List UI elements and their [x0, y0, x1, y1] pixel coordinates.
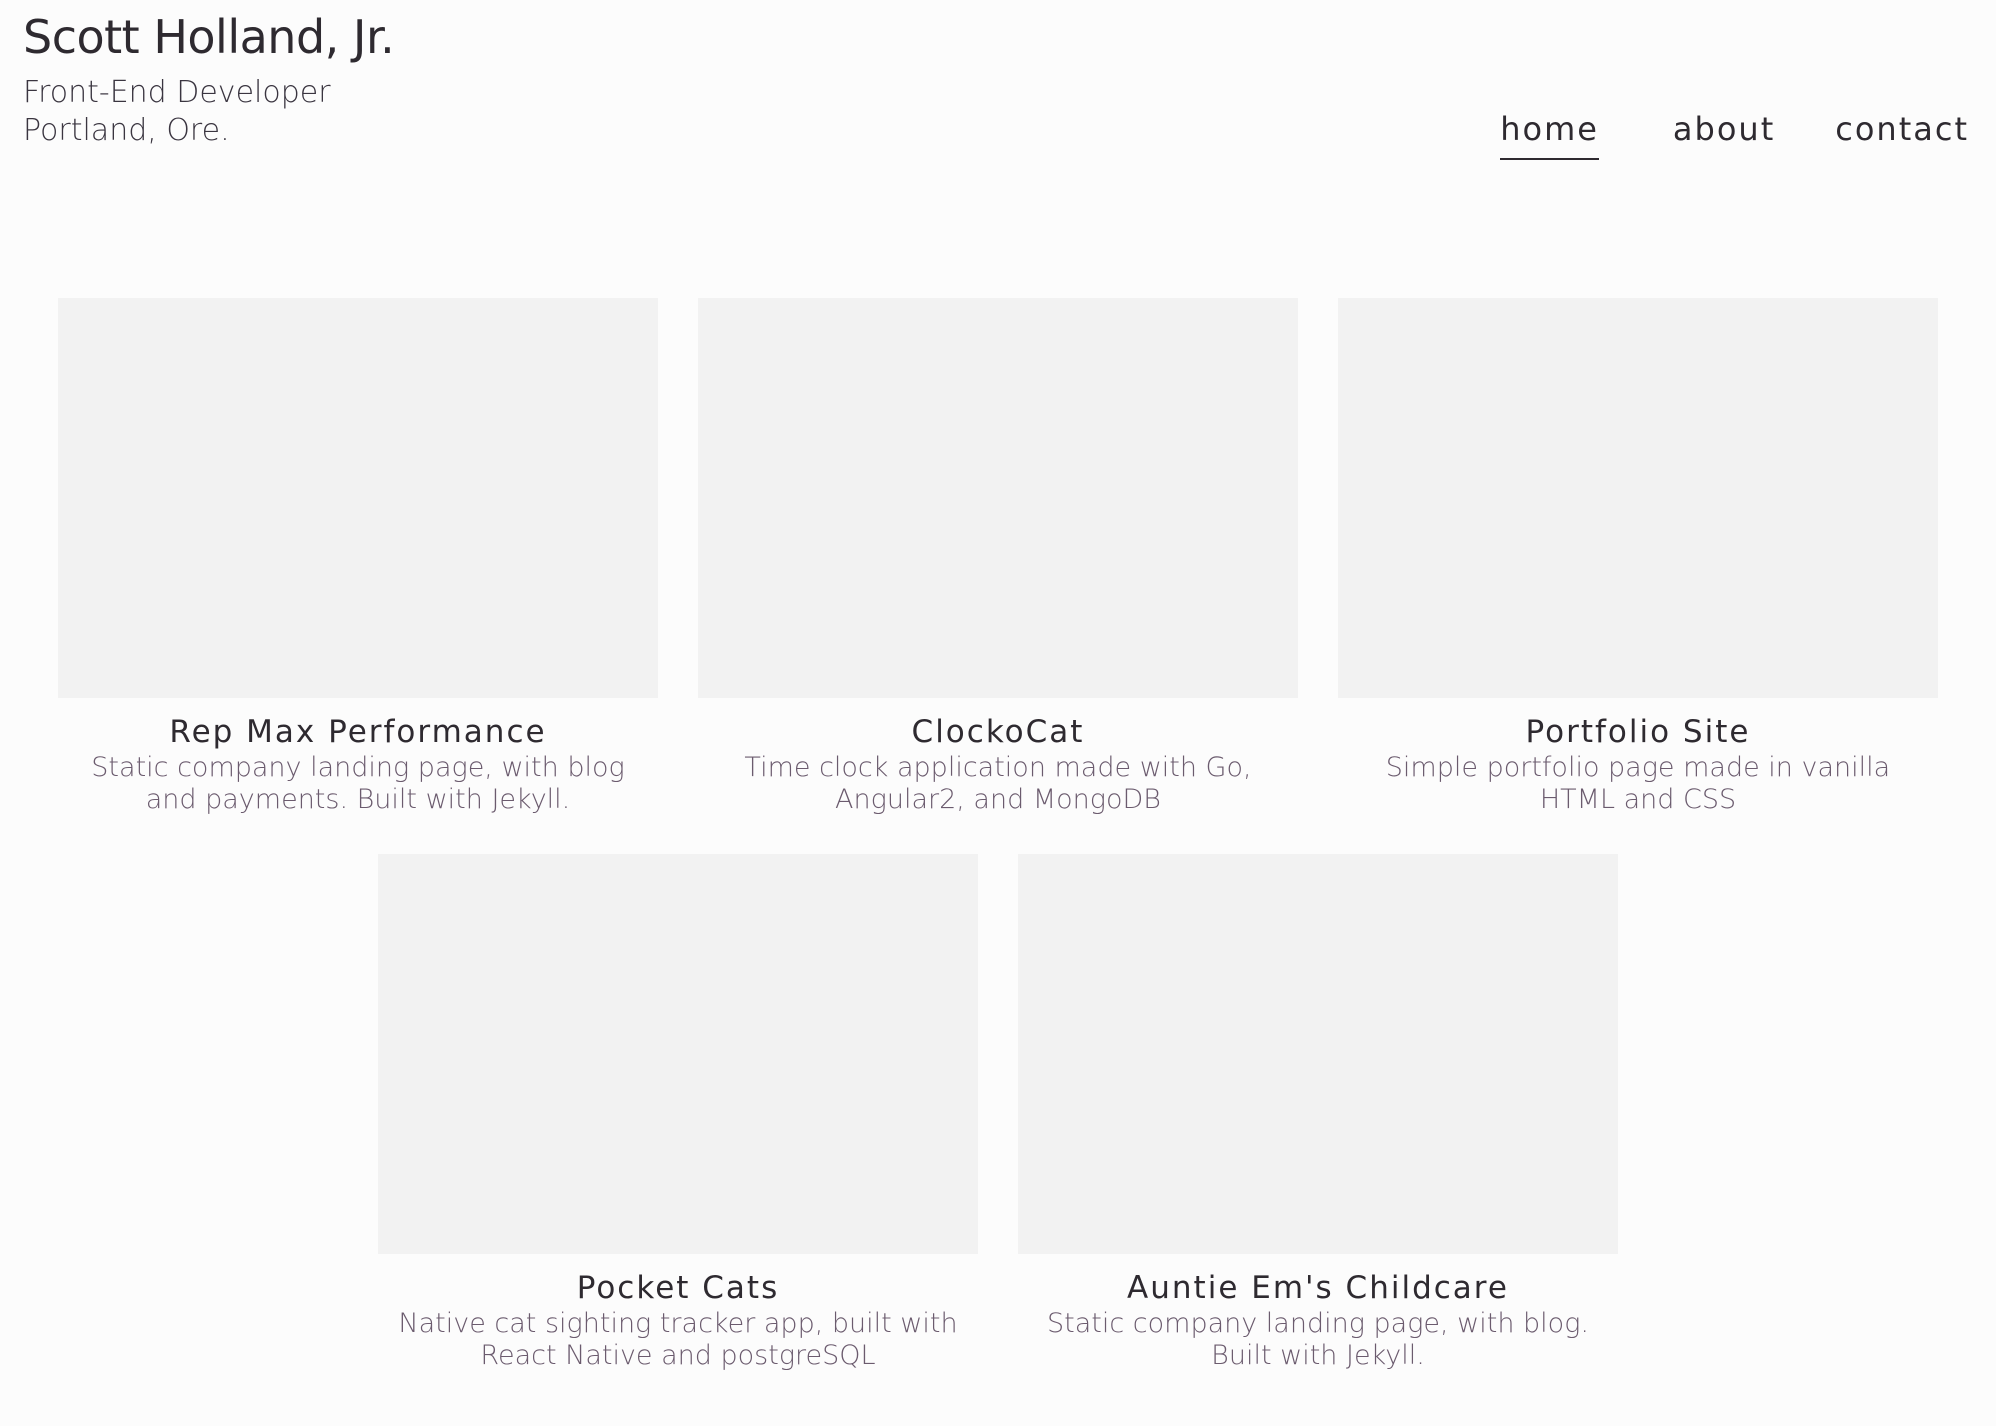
- project-description: Time clock application made with Go, Ang…: [744, 752, 1252, 815]
- tagline: Front-End Developer Portland, Ore.: [23, 74, 331, 150]
- project-card-rep-max[interactable]: Rep Max Performance Static company landi…: [58, 298, 658, 816]
- location-text: Portland, Ore.: [23, 113, 230, 148]
- role-text: Front-End Developer: [23, 75, 331, 110]
- project-thumbnail[interactable]: [58, 298, 658, 698]
- project-thumbnail[interactable]: [378, 854, 978, 1254]
- nav-link-contact[interactable]: contact: [1835, 108, 1969, 158]
- project-description: Simple portfolio page made in vanilla HT…: [1385, 752, 1891, 815]
- project-title[interactable]: ClockoCat: [698, 712, 1298, 752]
- project-description: Static company landing page, with blog a…: [91, 752, 625, 815]
- project-card-pocket-cats[interactable]: Pocket Cats Native cat sighting tracker …: [378, 854, 978, 1372]
- project-card-portfolio-site[interactable]: Portfolio Site Simple portfolio page mad…: [1338, 298, 1938, 816]
- nav-link-about[interactable]: about: [1673, 108, 1775, 158]
- projects-row-2: Pocket Cats Native cat sighting tracker …: [378, 854, 1618, 1372]
- project-title[interactable]: Pocket Cats: [378, 1268, 978, 1308]
- project-description: Native cat sighting tracker app, built w…: [398, 1308, 958, 1371]
- project-title[interactable]: Portfolio Site: [1338, 712, 1938, 752]
- project-card-clockocat[interactable]: ClockoCat Time clock application made wi…: [698, 298, 1298, 816]
- project-thumbnail[interactable]: [1018, 854, 1618, 1254]
- site-title: Scott Holland, Jr.: [23, 10, 395, 64]
- projects-grid: Rep Max Performance Static company landi…: [0, 298, 1996, 1372]
- main-nav: home about contact: [1500, 108, 1969, 160]
- project-description: Static company landing page, with blog. …: [1047, 1308, 1589, 1371]
- project-title[interactable]: Rep Max Performance: [58, 712, 658, 752]
- project-card-auntie-ems[interactable]: Auntie Em's Childcare Static company lan…: [1018, 854, 1618, 1372]
- nav-link-home[interactable]: home: [1500, 108, 1599, 160]
- project-title[interactable]: Auntie Em's Childcare: [1018, 1268, 1618, 1308]
- projects-row-1: Rep Max Performance Static company landi…: [58, 298, 1938, 816]
- project-thumbnail[interactable]: [1338, 298, 1938, 698]
- project-thumbnail[interactable]: [698, 298, 1298, 698]
